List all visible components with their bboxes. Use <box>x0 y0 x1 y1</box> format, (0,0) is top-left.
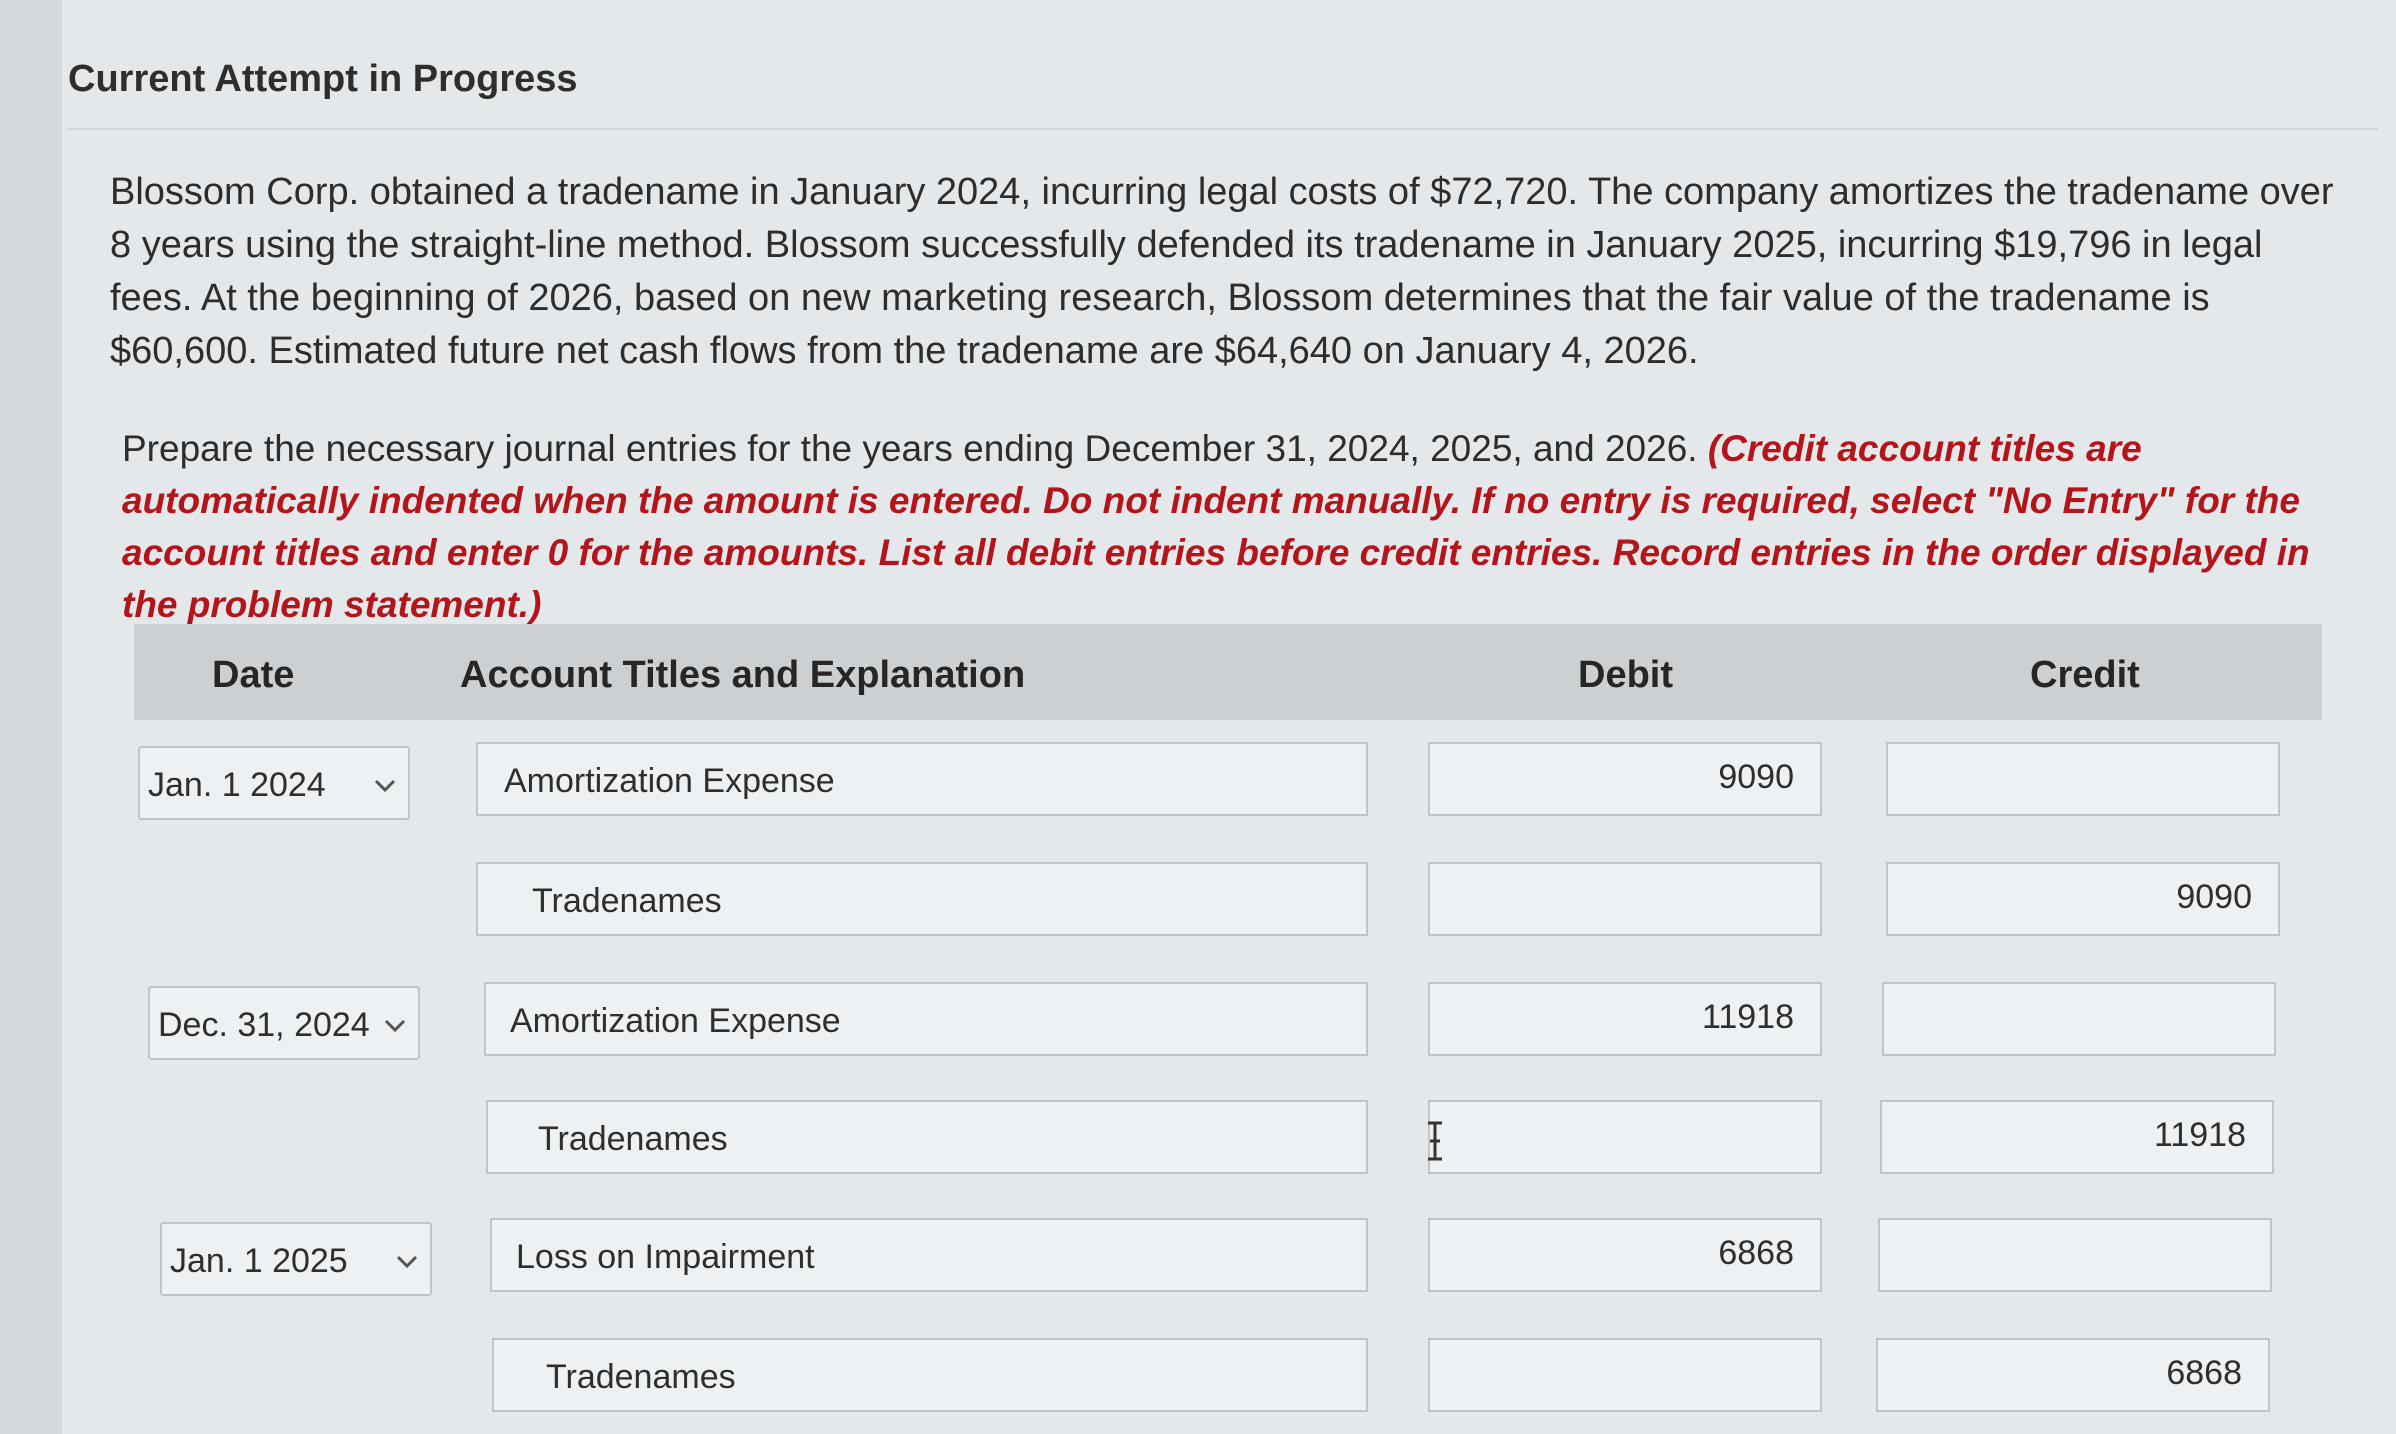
account-title-input[interactable]: Amortization Expense <box>484 982 1368 1056</box>
account-title-input[interactable]: Loss on Impairment <box>490 1218 1368 1292</box>
date-select[interactable]: Jan. 1 2024 <box>138 746 410 820</box>
divider <box>68 128 2378 130</box>
credit-input[interactable] <box>1878 1218 2272 1292</box>
column-header-debit: Debit <box>1578 654 1673 696</box>
debit-value: 9090 <box>1718 758 1794 796</box>
credit-value: 11918 <box>2153 1116 2246 1154</box>
account-title-value: Tradenames <box>546 1358 736 1396</box>
column-header-account: Account Titles and Explanation <box>460 654 1026 696</box>
date-select[interactable]: Jan. 1 2025 <box>160 1222 432 1296</box>
instructions-lead: Prepare the necessary journal entries fo… <box>122 428 1698 469</box>
credit-input[interactable]: 9090 <box>1886 862 2280 936</box>
account-title-input[interactable]: Tradenames <box>476 862 1368 936</box>
credit-value: 9090 <box>2176 878 2252 916</box>
account-title-input[interactable]: Tradenames <box>486 1100 1368 1174</box>
text-cursor-icon <box>1428 1121 1442 1161</box>
chevron-down-icon <box>384 1019 406 1033</box>
account-title-input[interactable]: Amortization Expense <box>476 742 1368 816</box>
debit-value: 6868 <box>1718 1234 1794 1272</box>
date-select-value: Dec. 31, 2024 <box>158 1006 370 1044</box>
credit-input[interactable] <box>1886 742 2280 816</box>
chevron-down-icon <box>396 1255 418 1269</box>
journal-row: Tradenames 11918 <box>0 1100 2396 1190</box>
chevron-down-icon <box>374 779 396 793</box>
journal-row: Tradenames 6868 <box>0 1338 2396 1428</box>
account-title-value: Amortization Expense <box>510 1002 841 1040</box>
journal-row: Tradenames 9090 <box>0 862 2396 952</box>
account-title-value: Loss on Impairment <box>516 1238 815 1276</box>
problem-statement: Blossom Corp. obtained a tradename in Ja… <box>110 171 2334 372</box>
column-header-credit: Credit <box>2030 654 2140 696</box>
instructions: Prepare the necessary journal entries fo… <box>122 423 2322 631</box>
account-title-input[interactable]: Tradenames <box>492 1338 1368 1412</box>
account-title-value: Tradenames <box>538 1120 728 1158</box>
debit-input[interactable] <box>1428 1100 1822 1174</box>
date-select-value: Jan. 1 2025 <box>170 1242 348 1280</box>
debit-input[interactable] <box>1428 1338 1822 1412</box>
debit-value: 11918 <box>1701 998 1794 1036</box>
credit-input[interactable] <box>1882 982 2276 1056</box>
debit-input[interactable]: 9090 <box>1428 742 1822 816</box>
column-header-date: Date <box>212 654 295 696</box>
debit-input[interactable]: 11918 <box>1428 982 1822 1056</box>
journal-row: Jan. 1 2025 Loss on Impairment 6868 <box>0 1218 2396 1308</box>
journal-table-header: Date Account Titles and Explanation Debi… <box>134 624 2322 720</box>
debit-input[interactable] <box>1428 862 1822 936</box>
date-select-value: Jan. 1 2024 <box>148 766 326 804</box>
credit-input[interactable]: 11918 <box>1880 1100 2274 1174</box>
journal-row: Dec. 31, 2024 Amortization Expense 11918 <box>0 982 2396 1072</box>
journal-row: Jan. 1 2024 Amortization Expense 9090 <box>0 742 2396 832</box>
account-title-value: Tradenames <box>532 882 722 920</box>
date-select[interactable]: Dec. 31, 2024 <box>148 986 420 1060</box>
page-title: Current Attempt in Progress <box>68 58 578 100</box>
credit-value: 6868 <box>2166 1354 2242 1392</box>
account-title-value: Amortization Expense <box>504 762 835 800</box>
credit-input[interactable]: 6868 <box>1876 1338 2270 1412</box>
debit-input[interactable]: 6868 <box>1428 1218 1822 1292</box>
